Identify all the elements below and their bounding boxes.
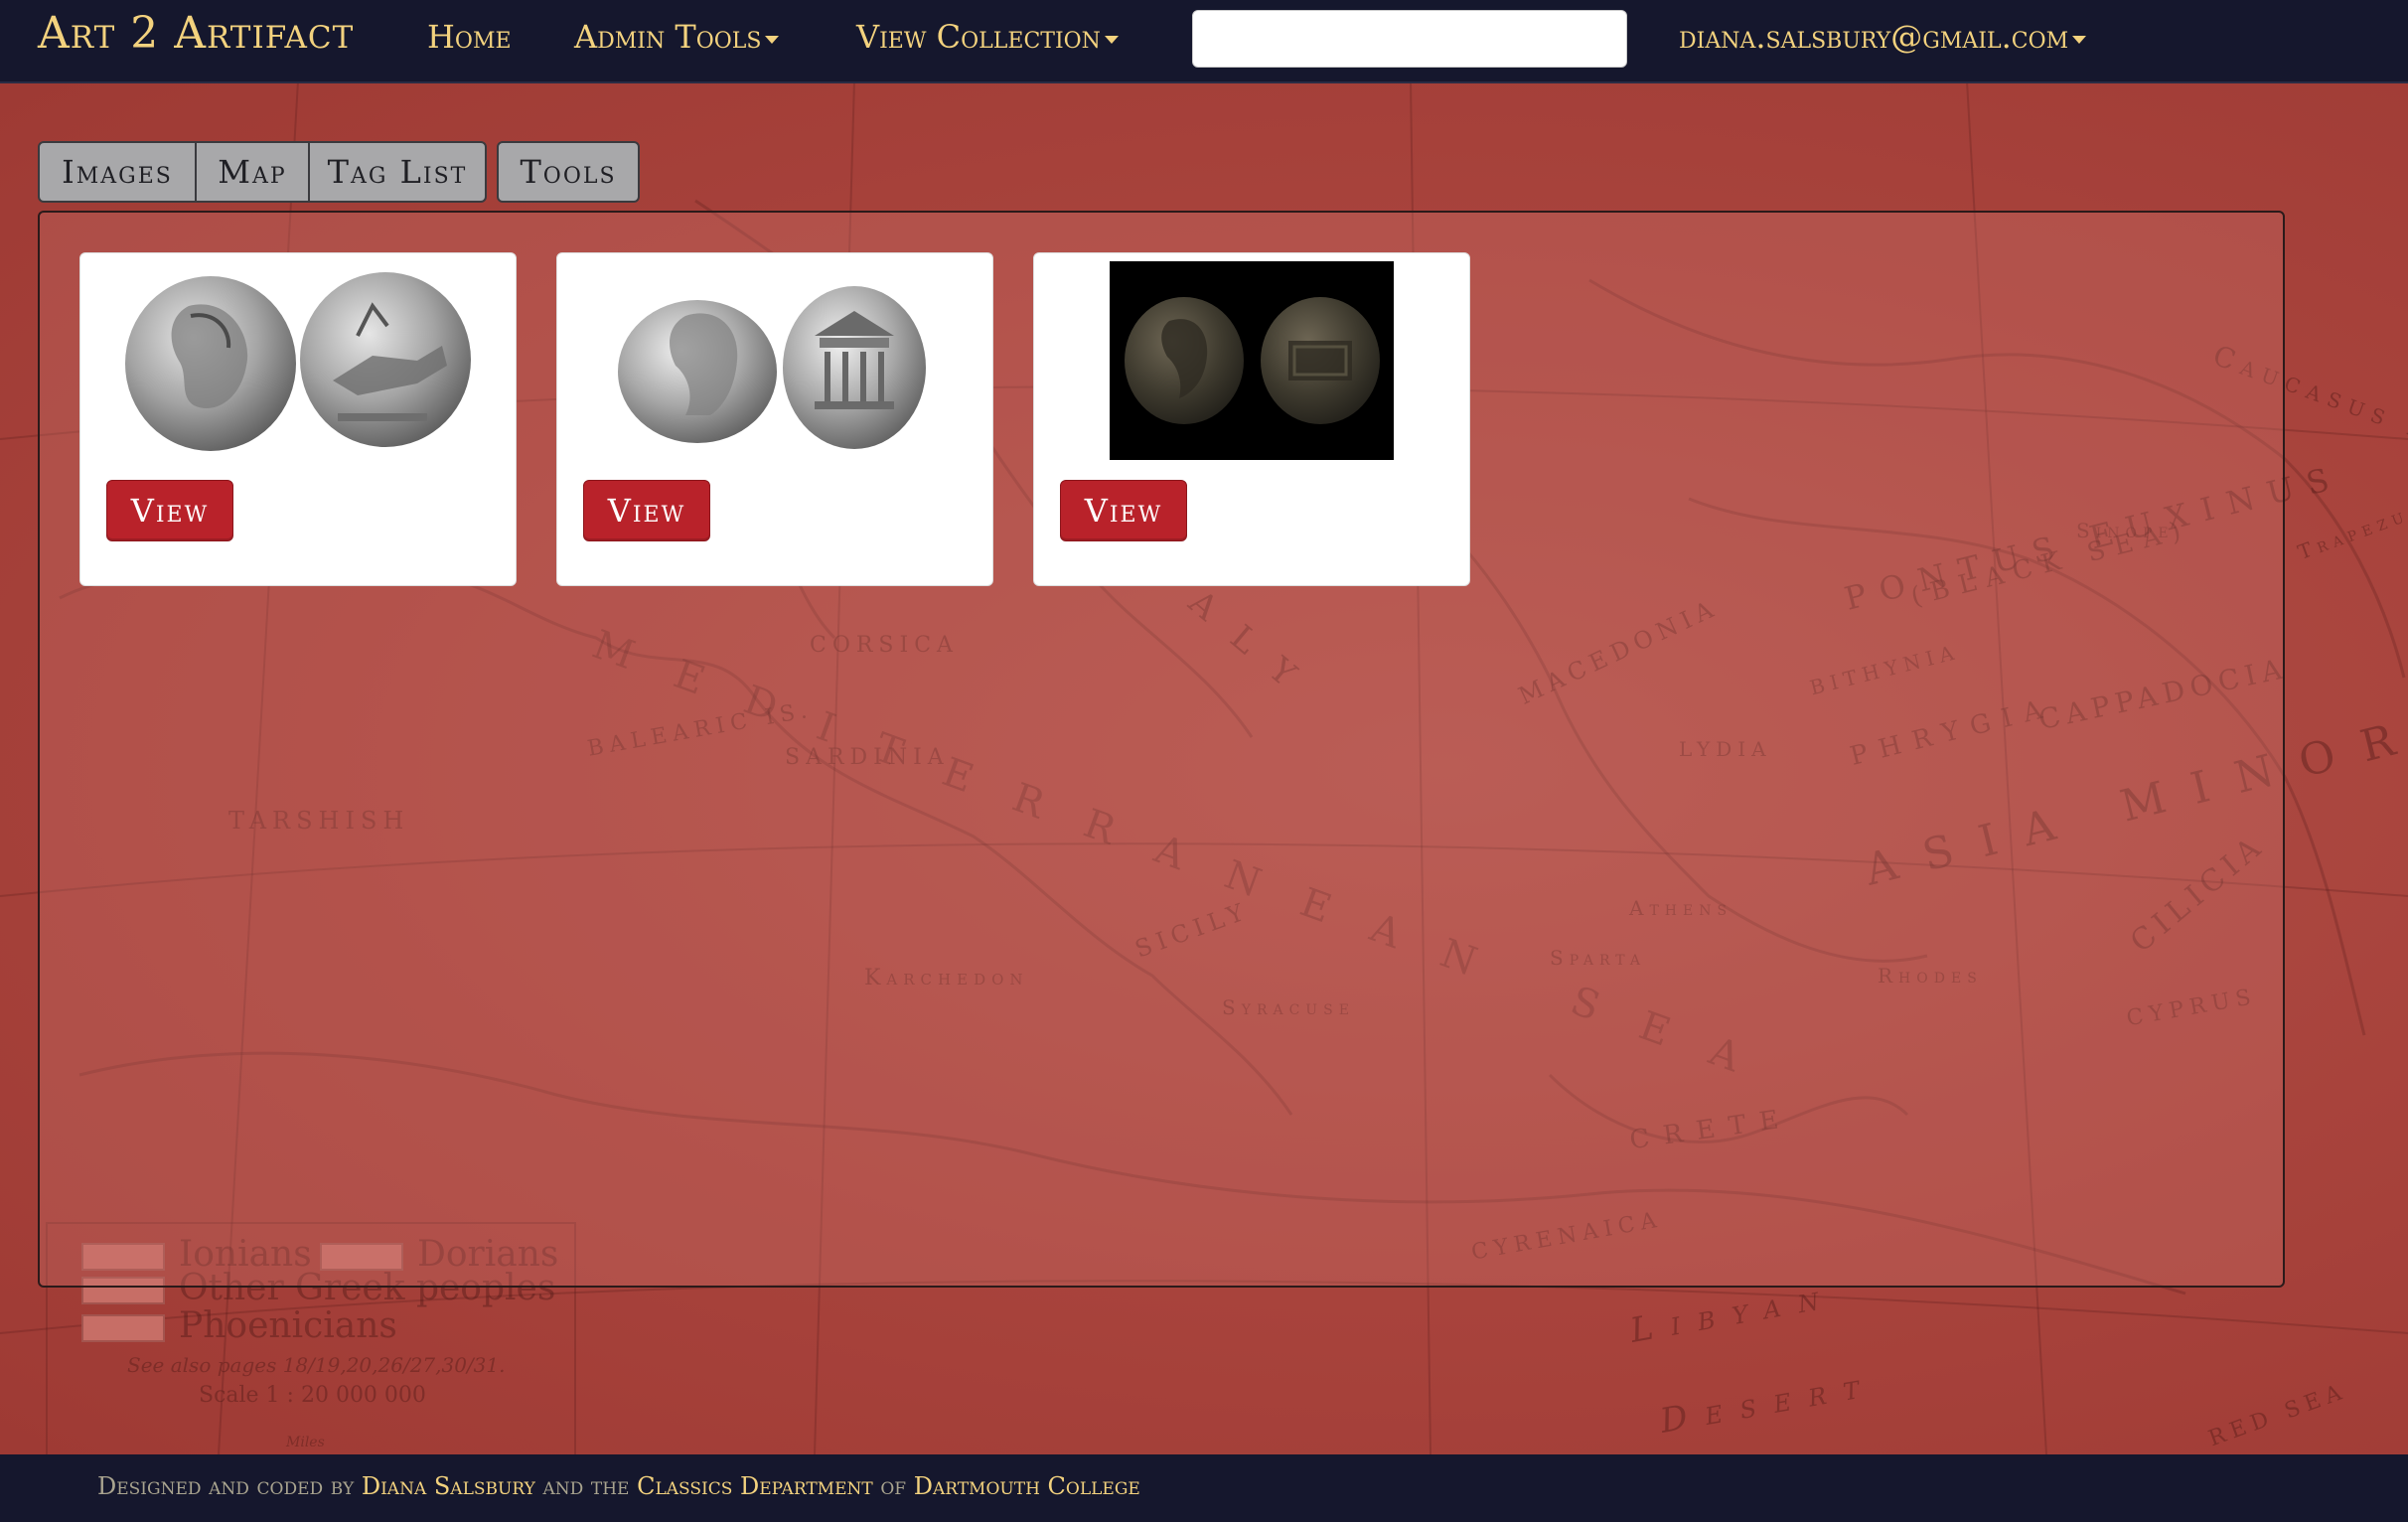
coin-image[interactable] (1058, 261, 1445, 460)
tab-images[interactable]: Images (38, 141, 197, 203)
caret-down-icon (1104, 35, 1119, 44)
user-email: diana.salsbury@gmail.com (1679, 18, 2069, 56)
tab-map[interactable]: Map (195, 141, 310, 203)
coin-thumbnail (1110, 261, 1394, 460)
legend-miles: Miles (286, 1435, 325, 1450)
top-navbar: Art 2 Artifact Home Admin Tools View Col… (0, 0, 2408, 83)
tab-tools[interactable]: Tools (497, 141, 640, 203)
footer-dept-link[interactable]: Classics Department (637, 1472, 873, 1500)
coin-image[interactable] (581, 261, 969, 460)
footer-mid1: and the (534, 1472, 638, 1500)
caret-down-icon (765, 35, 780, 44)
footer-mid2: of (872, 1472, 914, 1500)
nav-user-menu[interactable]: diana.salsbury@gmail.com (1679, 18, 2087, 56)
footer: Designed and coded by Diana Salsbury and… (0, 1454, 2408, 1522)
caret-down-icon (2072, 35, 2087, 44)
coin-thumbnail (125, 272, 471, 451)
legend-scale: Scale 1 : 20 000 000 (199, 1383, 426, 1408)
search-input[interactable] (1192, 10, 1627, 68)
coin-thumbnail (618, 286, 926, 449)
view-button[interactable]: View (1060, 480, 1187, 541)
footer-credit: Designed and coded by Diana Salsbury and… (97, 1472, 1140, 1500)
image-gallery-panel: View View View (38, 211, 2285, 1288)
tab-tag-list[interactable]: Tag List (308, 141, 487, 203)
coin-image[interactable] (104, 261, 492, 460)
image-card: View (556, 252, 993, 586)
nav-admin-tools-label: Admin Tools (574, 18, 762, 56)
legend-phoenicians: Phoenicians (81, 1305, 397, 1346)
image-card: View (79, 252, 517, 586)
nav-view-collection[interactable]: View Collection (856, 18, 1119, 56)
footer-author-link[interactable]: Diana Salsbury (362, 1472, 535, 1500)
legend-label: Phoenicians (179, 1305, 397, 1346)
legend-note: See also pages 18/19,20,26/27,30/31. (127, 1353, 506, 1377)
footer-college-link[interactable]: Dartmouth College (914, 1472, 1140, 1500)
legend-swatch (81, 1314, 165, 1342)
view-button[interactable]: View (583, 480, 710, 541)
image-card: View (1033, 252, 1470, 586)
footer-prefix: Designed and coded by (97, 1472, 362, 1500)
view-button[interactable]: View (106, 480, 233, 541)
brand-logo[interactable]: Art 2 Artifact (38, 8, 354, 59)
nav-admin-tools[interactable]: Admin Tools (574, 18, 780, 56)
nav-home[interactable]: Home (427, 18, 512, 56)
nav-view-collection-label: View Collection (856, 18, 1101, 56)
